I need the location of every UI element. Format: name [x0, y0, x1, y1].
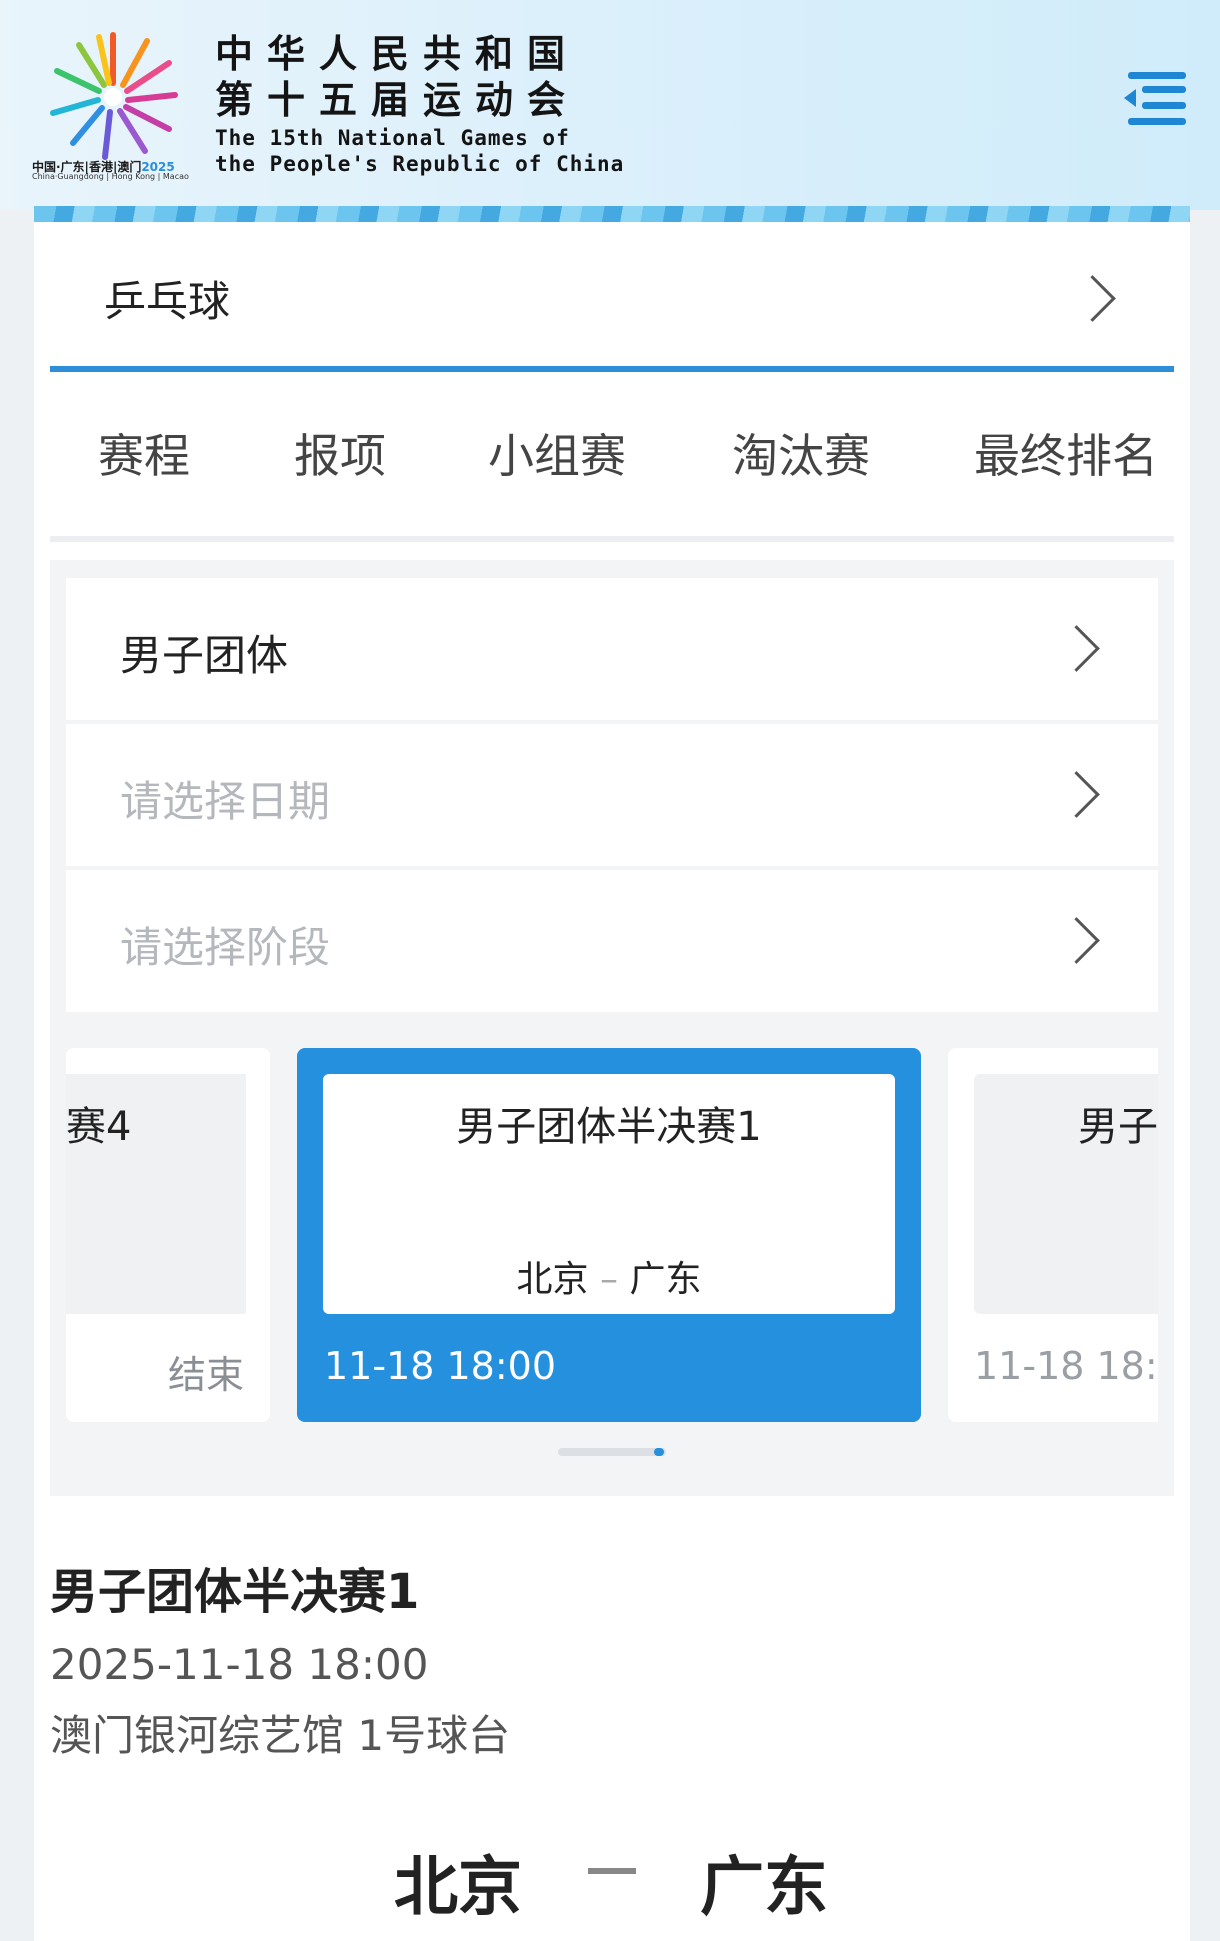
section-divider	[50, 366, 1174, 372]
match-detail-title: 男子团体半决赛1	[50, 1564, 420, 1620]
tab-final-ranking[interactable]: 最终排名	[974, 420, 1158, 486]
tab-entries[interactable]: 报项	[294, 420, 386, 486]
match-card-prev-title: 赛4	[66, 1104, 132, 1150]
games-logo-burst-icon	[50, 32, 178, 160]
games-title-en-line2: the People's Republic of China	[215, 152, 625, 176]
match-card-active-title: 男子团体半决赛1	[456, 1104, 762, 1150]
carousel-scroll-thumb[interactable]	[654, 1448, 664, 1456]
match-card-prev-status: 结束	[168, 1353, 245, 1397]
tab-schedule[interactable]: 赛程	[98, 420, 190, 486]
match-card-active-time: 11-18 18:00	[324, 1344, 557, 1388]
event-select-value: 男子团体	[120, 631, 289, 680]
stage-select-placeholder: 请选择阶段	[120, 923, 331, 972]
team-b-name: 广东	[700, 1851, 828, 1925]
versus-dash	[588, 1868, 636, 1874]
match-card-next-title: 男子	[1078, 1104, 1158, 1150]
tab-group-stage[interactable]: 小组赛	[488, 420, 626, 486]
tabs-underline	[50, 536, 1174, 542]
team-a-name: 北京	[394, 1851, 522, 1925]
match-detail-datetime: 2025-11-18 18:00	[50, 1640, 429, 1689]
logo-caption-en: China·Guangdong | Hong Kong | Macao	[32, 172, 189, 181]
date-select-placeholder: 请选择日期	[120, 777, 331, 826]
tab-knockout[interactable]: 淘汰赛	[732, 420, 870, 486]
games-title-en-line1: The 15th National Games of	[215, 126, 570, 150]
match-detail-venue: 澳门银河综艺馆 1号球台	[50, 1711, 511, 1760]
menu-list-icon[interactable]	[1120, 68, 1190, 130]
sport-label: 乒乓球	[104, 277, 231, 326]
games-title-zh-line1: 中华人民共和国	[215, 31, 580, 76]
carousel-scrollbar[interactable]	[558, 1448, 666, 1456]
match-card-next-time: 11-18 18:	[974, 1344, 1158, 1388]
games-title-zh-line2: 第十五届运动会	[215, 77, 580, 122]
match-card-active-teams: 北京 – 广东	[516, 1259, 702, 1300]
